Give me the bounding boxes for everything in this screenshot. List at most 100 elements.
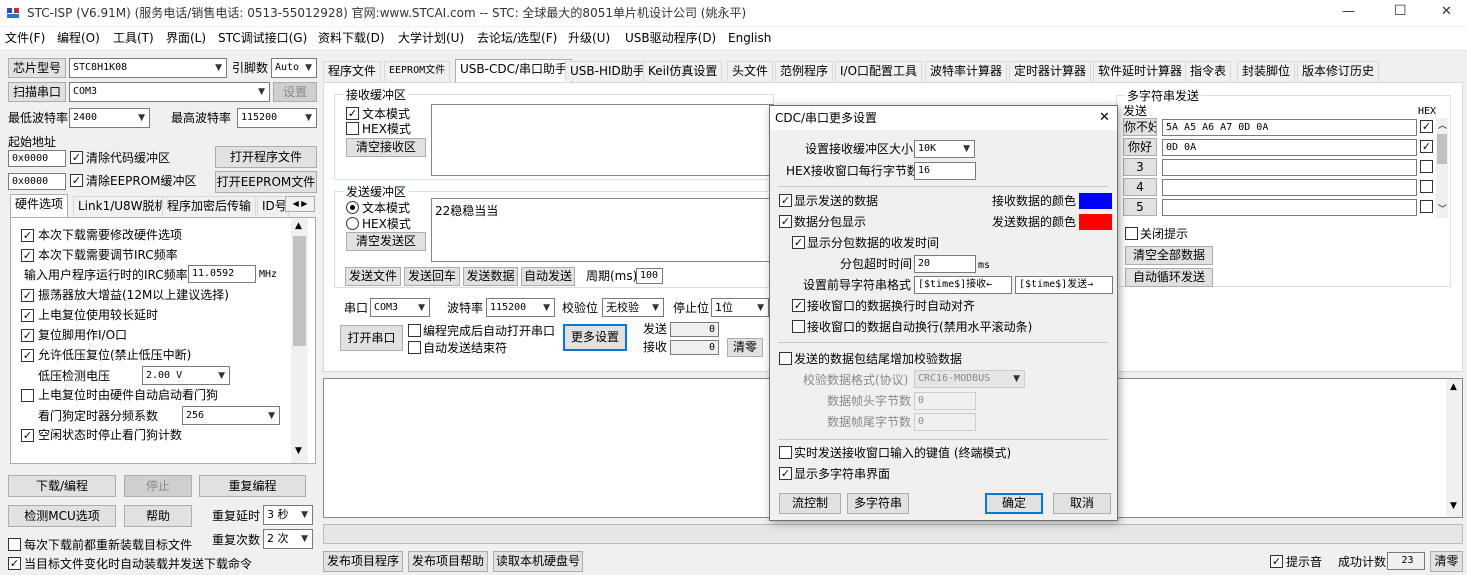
checksum-checkbox[interactable] [779, 352, 792, 365]
check-mcu-button[interactable]: 检测MCU选项 [8, 505, 116, 527]
receive-hex-mode-checkbox[interactable] [346, 122, 359, 135]
rx-prefix-input[interactable]: [$time$]接收← [914, 276, 1012, 294]
stop-button[interactable]: 停止 [124, 475, 192, 497]
clear-send-button[interactable]: 清空发送区 [346, 232, 426, 251]
dialog-cancel-button[interactable]: 取消 [1053, 493, 1111, 514]
menu-file[interactable]: 文件(F) [5, 30, 45, 46]
packet-timeout-input[interactable]: 20 [914, 255, 976, 273]
clear-success-button[interactable]: 清零 [1430, 551, 1463, 572]
scroll-down-icon[interactable]: ▼ [1450, 501, 1457, 511]
open-eeprom-file-button[interactable]: 打开EEPROM文件 [215, 171, 317, 193]
tab-instruction-table[interactable]: 指令表 [1185, 61, 1232, 81]
multi-send-button-2[interactable]: 你好 [1123, 138, 1157, 156]
download-program-button[interactable]: 下载/编程 [8, 475, 116, 497]
multi-hex-checkbox-1[interactable]: ✓ [1420, 120, 1433, 133]
irc-frequency-input[interactable]: 11.0592 [188, 265, 256, 283]
tab-io-config[interactable]: I/O口配置工具 [835, 61, 923, 81]
tab-delay-calculator[interactable]: 软件延时计算器 [1093, 61, 1188, 81]
baud-rate-select[interactable]: 115200 ▼ [486, 298, 555, 317]
publish-program-button[interactable]: 发布项目程序 [323, 551, 403, 572]
option-checkbox[interactable]: ✓ [21, 229, 34, 242]
send-return-button[interactable]: 发送回车 [404, 267, 460, 286]
tab-timer-calculator[interactable]: 定时器计算器 [1009, 61, 1092, 81]
tab-header-file[interactable]: 头文件 [727, 61, 774, 81]
multi-string-button[interactable]: 多字符串 [847, 493, 909, 514]
scroll-thumb[interactable] [293, 236, 306, 346]
send-textarea[interactable]: 22稳稳当当 [431, 198, 774, 262]
pin-count-select[interactable]: Auto ▼ [271, 58, 317, 78]
multi-string-input-2[interactable]: 0D 0A [1162, 139, 1417, 156]
menu-usb-driver[interactable]: USB驱动程序(D) [625, 30, 716, 46]
stop-bits-select[interactable]: 1位 ▼ [711, 298, 769, 317]
realtime-send-checkbox[interactable] [779, 446, 792, 459]
publish-help-button[interactable]: 发布项目帮助 [408, 551, 488, 572]
tab-link1-offline[interactable]: Link1/U8W脱机 [73, 196, 172, 216]
help-button[interactable]: 帮助 [124, 505, 192, 527]
menu-program[interactable]: 编程(O) [57, 30, 100, 46]
send-hex-mode-radio[interactable] [346, 217, 359, 230]
receive-textarea[interactable] [431, 104, 774, 176]
option-checkbox[interactable]: ✓ [21, 429, 34, 442]
serial-port-select[interactable]: COM3 ▼ [370, 298, 430, 317]
menu-english[interactable]: English [728, 30, 771, 46]
low-voltage-select[interactable]: 2.00 V ▼ [142, 366, 230, 385]
tx-color-swatch[interactable] [1079, 214, 1112, 230]
minimize-button[interactable]: — [1342, 4, 1355, 20]
option-checkbox[interactable]: ✓ [21, 349, 34, 362]
open-serial-button[interactable]: 打开串口 [340, 325, 403, 351]
receive-text-mode-checkbox[interactable]: ✓ [346, 107, 359, 120]
auto-loop-send-button[interactable]: 自动循环发送 [1125, 268, 1213, 287]
hex-bytes-per-line-input[interactable]: 16 [914, 162, 976, 180]
watchdog-divider-select[interactable]: 256 ▼ [182, 406, 280, 425]
auto-send-button[interactable]: 自动发送 [521, 267, 575, 286]
send-data-button[interactable]: 发送数据 [463, 267, 518, 286]
option-checkbox[interactable]: ✓ [21, 289, 34, 302]
tab-package-pins[interactable]: 封装脚位 [1237, 61, 1296, 81]
sound-checkbox[interactable]: ✓ [1270, 555, 1283, 568]
auto-end-checkbox[interactable] [408, 341, 421, 354]
send-text-mode-radio[interactable] [346, 201, 359, 214]
clear-count-button[interactable]: 清零 [727, 338, 763, 357]
multi-send-button-4[interactable]: 4 [1123, 178, 1157, 196]
head-bytes-input[interactable]: 0 [914, 392, 976, 410]
multi-send-button-3[interactable]: 3 [1123, 158, 1157, 176]
retry-count-select[interactable]: 2 次 ▼ [263, 529, 313, 549]
repeat-program-button[interactable]: 重复编程 [199, 475, 306, 497]
dialog-close-button[interactable]: ✕ [1099, 110, 1110, 126]
packet-display-checkbox[interactable]: ✓ [779, 215, 792, 228]
tab-hardware-options[interactable]: 硬件选项 [10, 194, 69, 217]
multi-string-input-4[interactable] [1162, 179, 1417, 196]
code-address-input[interactable]: 0x0000 [8, 150, 66, 167]
tail-bytes-input[interactable]: 0 [914, 413, 976, 431]
menu-upgrade[interactable]: 升级(U) [568, 30, 610, 46]
menu-downloads[interactable]: 资料下载(D) [318, 30, 385, 46]
port-settings-button[interactable]: 设置 [273, 82, 317, 102]
open-program-file-button[interactable]: 打开程序文件 [215, 146, 317, 168]
chip-model-select[interactable]: STC8H1K08 ▼ [69, 58, 227, 78]
scroll-up-icon[interactable]: ▲ [295, 221, 302, 231]
tab-keil-debug[interactable]: Keil仿真设置 [643, 61, 723, 81]
read-disk-button[interactable]: 读取本机硬盘号 [493, 551, 583, 572]
menu-university[interactable]: 大学计划(U) [398, 30, 464, 46]
show-time-checkbox[interactable]: ✓ [792, 236, 805, 249]
auto-open-checkbox[interactable] [408, 324, 421, 337]
rx-buffer-size-select[interactable]: 10K ▼ [914, 140, 975, 158]
multi-send-button-5[interactable]: 5 [1123, 198, 1157, 216]
multi-string-input-1[interactable]: 5A A5 A6 A7 0D 0A [1162, 119, 1417, 136]
tab-program-file[interactable]: 程序文件 [323, 61, 382, 81]
tab-eeprom-file[interactable]: EEPROM文件 [384, 61, 451, 81]
menu-stc-debug[interactable]: STC调试接口(G) [218, 30, 307, 46]
option-checkbox[interactable]: ✓ [21, 249, 34, 262]
multi-hex-checkbox-5[interactable] [1420, 200, 1433, 213]
scroll-down-icon[interactable]: ▼ [295, 446, 302, 456]
options-scrollbar[interactable]: ▲ ▼ [291, 218, 308, 463]
scroll-up-icon[interactable]: ▲ [1450, 382, 1457, 392]
scroll-down-icon[interactable]: ﹀ [1438, 202, 1447, 215]
option-checkbox[interactable] [21, 389, 34, 402]
menu-interface[interactable]: 界面(L) [166, 30, 206, 46]
check-format-select[interactable]: CRC16-MODBUS ▼ [914, 370, 1025, 388]
multi-string-input-5[interactable] [1162, 199, 1417, 216]
menu-tools[interactable]: 工具(T) [113, 30, 154, 46]
chip-model-button[interactable]: 芯片型号 [8, 58, 66, 78]
send-file-button[interactable]: 发送文件 [345, 267, 401, 286]
